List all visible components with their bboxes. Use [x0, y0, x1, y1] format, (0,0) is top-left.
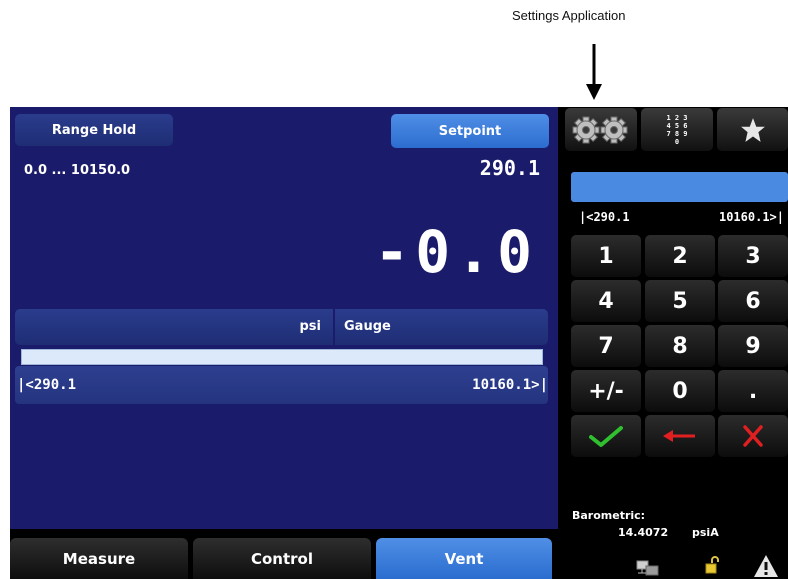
- cancel-button[interactable]: [718, 415, 788, 457]
- star-icon: [740, 117, 765, 142]
- key-1[interactable]: 1: [571, 235, 641, 277]
- key-decimal[interactable]: .: [718, 370, 788, 412]
- setpoint-button[interactable]: Setpoint: [391, 114, 549, 148]
- key-0[interactable]: 0: [645, 370, 715, 412]
- units-button[interactable]: psi: [15, 309, 333, 345]
- checkmark-icon: [589, 426, 623, 447]
- setpoint-value: 290.1: [479, 156, 540, 180]
- key-6[interactable]: 6: [718, 280, 788, 322]
- key-plus-minus[interactable]: +/-: [571, 370, 641, 412]
- unlock-icon[interactable]: [705, 556, 719, 574]
- tab-control[interactable]: Control: [193, 538, 371, 579]
- mode-button[interactable]: Gauge: [335, 309, 548, 345]
- barometric-label: Barometric:: [572, 509, 646, 522]
- key-4[interactable]: 4: [571, 280, 641, 322]
- key-5[interactable]: 5: [645, 280, 715, 322]
- mode-label: Gauge: [344, 319, 391, 334]
- range-text: 0.0 ... 10150.0: [24, 163, 131, 178]
- key-9[interactable]: 9: [718, 325, 788, 367]
- tab-vent[interactable]: Vent: [376, 538, 552, 579]
- reading-bar: [21, 349, 543, 365]
- gear-icon: [572, 116, 628, 143]
- left-arrow-icon: [663, 430, 695, 442]
- network-icon[interactable]: [636, 560, 660, 576]
- down-arrow-icon: [586, 44, 602, 100]
- settings-application-callout: Settings Application: [512, 8, 626, 23]
- settings-button[interactable]: [565, 108, 637, 151]
- key-7[interactable]: 7: [571, 325, 641, 367]
- key-8[interactable]: 8: [645, 325, 715, 367]
- lower-limit: |<290.1: [17, 377, 77, 393]
- keypad-lower-limit: |<290.1: [579, 210, 630, 224]
- pressure-reading: -0.0: [374, 218, 538, 286]
- backspace-button[interactable]: [645, 415, 715, 457]
- confirm-button[interactable]: [571, 415, 641, 457]
- key-2[interactable]: 2: [645, 235, 715, 277]
- barometric-value: 14.4072: [618, 526, 669, 539]
- barometric-unit: psiA: [692, 526, 719, 539]
- numpad-button[interactable]: 1 2 3 4 5 6 7 8 9 0: [641, 108, 713, 151]
- upper-limit: 10160.1>|: [472, 377, 548, 393]
- tab-measure[interactable]: Measure: [10, 538, 188, 579]
- unit-label: psi: [299, 319, 322, 334]
- close-icon: [743, 425, 763, 447]
- key-3[interactable]: 3: [718, 235, 788, 277]
- range-hold-button[interactable]: Range Hold: [15, 114, 173, 146]
- favorites-button[interactable]: [717, 108, 788, 151]
- warning-icon[interactable]: [753, 554, 779, 578]
- setpoint-entry-field[interactable]: [571, 172, 788, 202]
- numpad-icon: 1 2 3 4 5 6 7 8 9 0: [666, 113, 688, 146]
- keypad-upper-limit: 10160.1>|: [718, 210, 784, 224]
